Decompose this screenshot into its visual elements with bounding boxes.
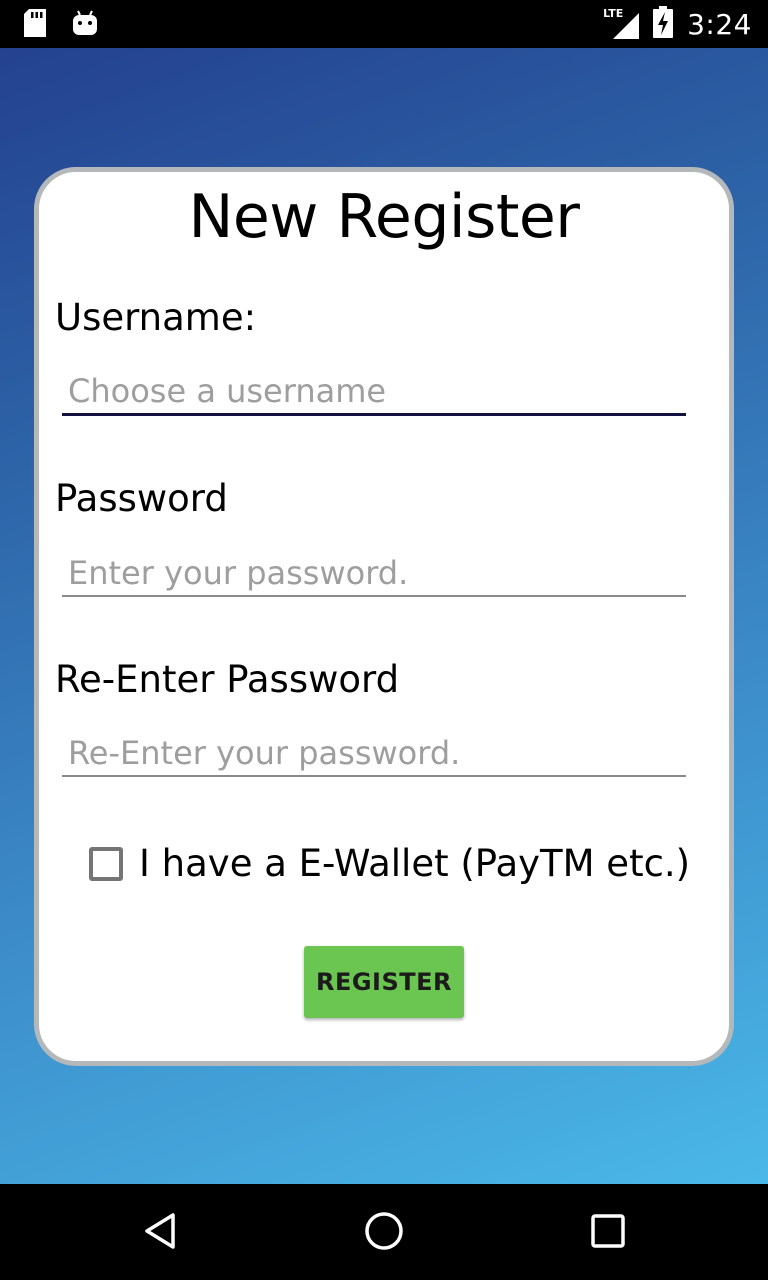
- password-label: Password: [55, 477, 228, 520]
- username-underline: [62, 413, 686, 416]
- reenter-password-input[interactable]: [62, 728, 686, 778]
- password-underline: [62, 595, 686, 597]
- ewallet-checkbox[interactable]: [89, 846, 123, 881]
- username-label: Username:: [55, 296, 257, 339]
- reenter-password-label: Re-Enter Password: [55, 658, 400, 701]
- reenter-password-underline: [62, 775, 686, 777]
- app-background: New Register Username: Password Re-Enter…: [0, 48, 768, 1184]
- register-card: New Register Username: Password Re-Enter…: [34, 167, 734, 1066]
- page-title: New Register: [188, 182, 580, 252]
- clock: 3:24: [687, 7, 752, 41]
- register-button[interactable]: REGISTER: [304, 946, 464, 1018]
- status-bar: LTE 3:24: [0, 0, 768, 48]
- password-input[interactable]: [62, 548, 686, 598]
- home-icon: [364, 1211, 404, 1255]
- back-button[interactable]: [130, 1208, 190, 1258]
- sd-card-icon: [22, 8, 48, 42]
- notification-icons: [22, 8, 98, 42]
- battery-charging-icon: [653, 6, 674, 42]
- recents-icon: [590, 1213, 626, 1253]
- ewallet-checkbox-row[interactable]: I have a E-Wallet (PayTM etc.): [89, 842, 690, 885]
- recents-button[interactable]: [578, 1208, 638, 1258]
- username-input[interactable]: [62, 366, 686, 416]
- ewallet-checkbox-label[interactable]: I have a E-Wallet (PayTM etc.): [139, 842, 690, 885]
- signal-icon: LTE: [603, 7, 640, 39]
- navigation-bar: [0, 1184, 768, 1280]
- home-button[interactable]: [354, 1208, 414, 1258]
- system-icons: LTE 3:24: [603, 0, 752, 48]
- android-icon: [72, 9, 98, 41]
- back-icon: [142, 1211, 178, 1255]
